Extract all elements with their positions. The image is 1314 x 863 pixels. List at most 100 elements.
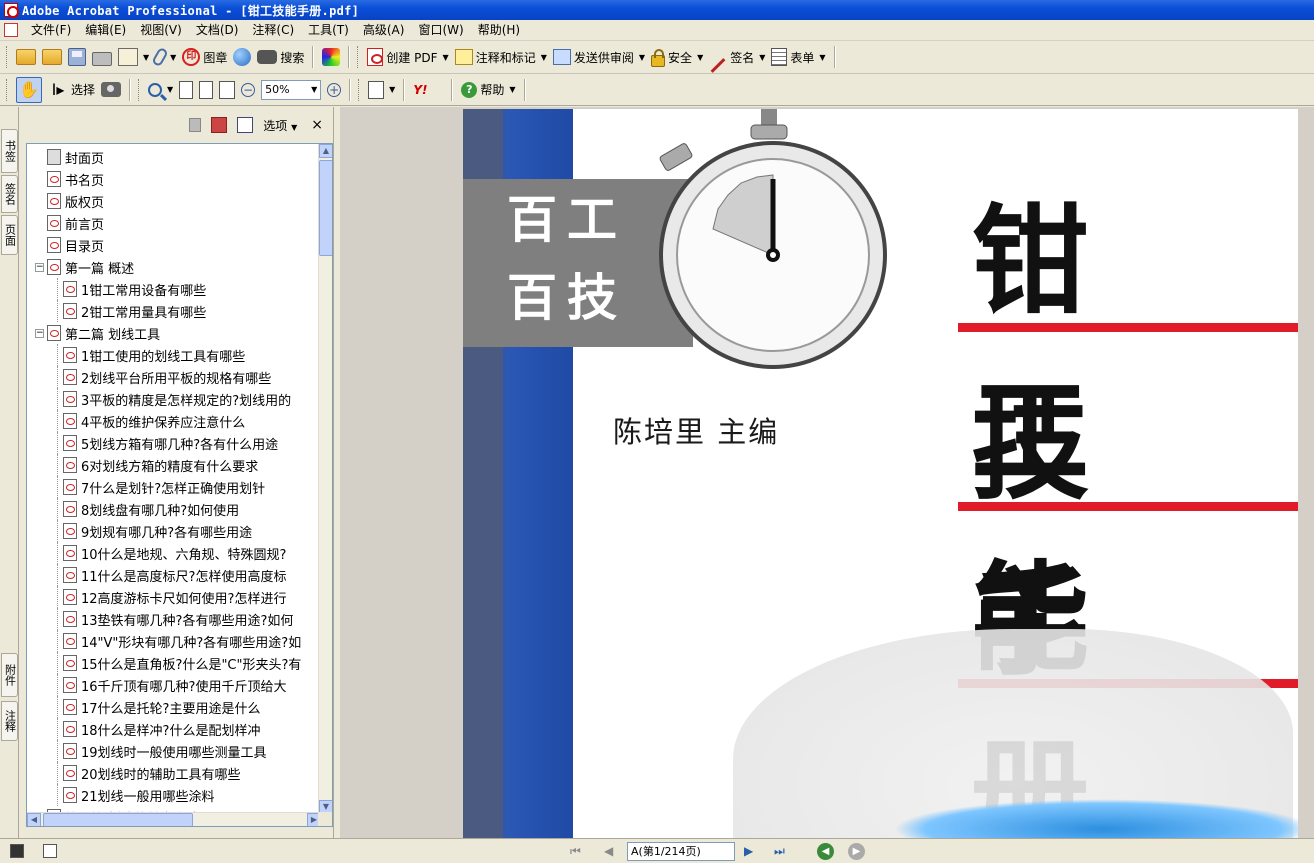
new-bookmark-icon[interactable]: [211, 117, 228, 133]
document-menu-icon[interactable]: [4, 23, 18, 37]
bookmark-subitem[interactable]: 3平板的精度是怎样规定的?划线用的: [63, 388, 291, 410]
bookmark-subitem[interactable]: 12高度游标卡尺如何使用?怎样进行: [63, 586, 286, 608]
bookmark-subitem[interactable]: 2钳工常用量具有哪些: [63, 300, 206, 322]
title-bar[interactable]: Adobe Acrobat Professional - [钳工技能手册.pdf…: [0, 0, 1314, 20]
bookmark-subitem[interactable]: 2划线平台所用平板的规格有哪些: [63, 366, 271, 388]
comment-markup-button[interactable]: 注释和标记 ▼: [452, 44, 550, 70]
menu-advanced[interactable]: 高级(A): [356, 21, 412, 40]
yahoo-button[interactable]: Y!: [410, 77, 446, 103]
bookmark-item[interactable]: 前言页: [47, 212, 104, 234]
print-button[interactable]: [89, 44, 115, 70]
bookmark-subitem[interactable]: 10什么是地规、六角规、特殊圆规?: [63, 542, 286, 564]
trash-icon[interactable]: [189, 118, 202, 132]
snapshot-button[interactable]: [98, 77, 124, 103]
scroll-thumb[interactable]: [319, 160, 332, 256]
zoom-level-select[interactable]: 50% ▼: [261, 79, 322, 100]
collapse-toggle-icon[interactable]: −: [35, 328, 44, 338]
bookmark-item[interactable]: 目录页: [47, 234, 104, 256]
menu-file[interactable]: 文件(F): [24, 21, 78, 40]
forms-button[interactable]: 表单 ▼: [768, 44, 828, 70]
next-page-button[interactable]: ▶: [744, 844, 753, 859]
select-tool-button[interactable]: I▸ 选择: [45, 77, 98, 103]
bookmark-subitem[interactable]: 20划线时的辅助工具有哪些: [63, 762, 241, 784]
page-layout-icon[interactable]: [10, 844, 24, 858]
options-menu[interactable]: 选项 ▼: [263, 117, 297, 134]
bookmark-subitem[interactable]: 1钳工使用的划线工具有哪些: [63, 344, 245, 366]
send-review-button[interactable]: 发送供审阅 ▼: [550, 44, 648, 70]
bookmark-subitem[interactable]: 16千斤顶有哪几种?使用千斤顶给大: [63, 674, 286, 696]
bookmark-item[interactable]: 版权页: [47, 190, 104, 212]
toolbar-grip[interactable]: [6, 46, 9, 68]
bookmark-subitem[interactable]: 19划线时一般使用哪些测量工具: [63, 740, 267, 762]
search-button[interactable]: 搜索: [254, 44, 307, 70]
rotate-view-button[interactable]: ▼: [365, 77, 398, 103]
sign-button[interactable]: 签名 ▼: [706, 44, 768, 73]
fit-width-button[interactable]: [216, 77, 238, 103]
bookmark-subitem[interactable]: 4平板的维护保养应注意什么: [63, 410, 245, 432]
last-page-button[interactable]: ⏭: [774, 844, 785, 859]
scroll-left-button[interactable]: ◀: [27, 813, 41, 826]
bookmark-subitem[interactable]: 14"V"形块有哪几种?各有哪些用途?如: [63, 630, 301, 652]
open-button[interactable]: [13, 44, 39, 70]
tab-comments[interactable]: 注释: [1, 701, 18, 741]
bookmark-subitem[interactable]: 8划线盘有哪几种?如何使用: [63, 498, 239, 520]
help-button[interactable]: ? 帮助 ▼: [458, 77, 518, 103]
close-panel-button[interactable]: ×: [311, 117, 323, 133]
tab-attachments[interactable]: 附件: [1, 653, 18, 697]
document-viewer[interactable]: 百工 百技 陈培里 主编 钳工 技能 手册: [340, 107, 1314, 838]
first-page-button[interactable]: ⏮: [570, 844, 581, 859]
page-number-field[interactable]: A(第1/214页): [627, 842, 735, 861]
expand-bookmark-icon[interactable]: [237, 117, 254, 133]
previous-page-button[interactable]: ◀: [604, 844, 613, 859]
actual-size-button[interactable]: [176, 77, 196, 103]
fit-page-button[interactable]: [196, 77, 216, 103]
chevron-down-icon[interactable]: ▼: [308, 85, 320, 94]
menu-comments[interactable]: 注释(C): [245, 21, 301, 40]
bookmark-subitem[interactable]: 6对划线方箱的精度有什么要求: [63, 454, 258, 476]
bookmark-item[interactable]: − 第二篇 划线工具: [35, 322, 160, 344]
menu-tools[interactable]: 工具(T): [301, 21, 356, 40]
bookmark-subitem[interactable]: 9划规有哪几种?各有哪些用途: [63, 520, 252, 542]
bookmark-item[interactable]: 书名页: [47, 168, 104, 190]
bookmark-subitem[interactable]: 18什么是样冲?什么是配划样冲: [63, 718, 260, 740]
hand-tool-button[interactable]: ✋: [13, 76, 45, 103]
tab-bookmarks[interactable]: 书签: [1, 129, 18, 173]
save-button[interactable]: [65, 44, 89, 70]
acrobat-app-icon[interactable]: [4, 3, 19, 18]
menu-document[interactable]: 文档(D): [189, 21, 246, 40]
toolbar-grip[interactable]: [358, 78, 361, 101]
organize-button[interactable]: ▼: [115, 44, 152, 70]
bookmark-subitem[interactable]: 21划线一般用哪些涂料: [63, 784, 215, 806]
bookmark-subitem[interactable]: 1钳工常用设备有哪些: [63, 278, 206, 300]
menu-window[interactable]: 窗口(W): [411, 21, 470, 40]
bookmark-subitem[interactable]: 7什么是划针?怎样正确使用划针: [63, 476, 265, 498]
tab-signatures[interactable]: 签名: [1, 175, 18, 213]
bookmark-subitem[interactable]: 13垫铁有哪几种?各有哪些用途?如何: [63, 608, 293, 630]
hscroll-thumb[interactable]: [43, 813, 193, 826]
bookmark-subitem[interactable]: 15什么是直角板?什么是"C"形夹头?有: [63, 652, 301, 674]
bookmark-item[interactable]: 封面页: [47, 146, 104, 168]
color-button[interactable]: [319, 44, 343, 70]
scroll-up-button[interactable]: ▲: [319, 144, 332, 158]
menu-edit[interactable]: 编辑(E): [78, 21, 133, 40]
toolbar-grip[interactable]: [138, 78, 141, 101]
zoom-out-button[interactable]: −: [238, 77, 258, 103]
vertical-scrollbar[interactable]: ▲ ▼: [318, 144, 332, 814]
toolbar-grip[interactable]: [6, 78, 9, 101]
attach-button[interactable]: ▼: [151, 44, 179, 70]
next-view-button[interactable]: ▶: [848, 843, 865, 860]
zoom-tool-button[interactable]: ▼: [145, 77, 176, 103]
stamp-button[interactable]: 印图章: [179, 44, 230, 70]
create-pdf-button[interactable]: 创建 PDF ▼: [364, 44, 451, 70]
bookmark-subitem[interactable]: 17什么是托轮?主要用途是什么: [63, 696, 260, 718]
continuous-layout-icon[interactable]: [43, 844, 57, 858]
zoom-in-button[interactable]: +: [324, 77, 344, 103]
collapse-toggle-icon[interactable]: −: [35, 262, 44, 272]
menu-view[interactable]: 视图(V): [133, 21, 189, 40]
organizer-button[interactable]: [39, 44, 65, 70]
previous-view-button[interactable]: ◀: [817, 843, 834, 860]
horizontal-scrollbar[interactable]: ◀ ▶: [27, 812, 321, 826]
tab-pages[interactable]: 页面: [1, 215, 18, 255]
menu-help[interactable]: 帮助(H): [471, 21, 527, 40]
bookmark-item[interactable]: − 第一篇 概述: [35, 256, 134, 278]
